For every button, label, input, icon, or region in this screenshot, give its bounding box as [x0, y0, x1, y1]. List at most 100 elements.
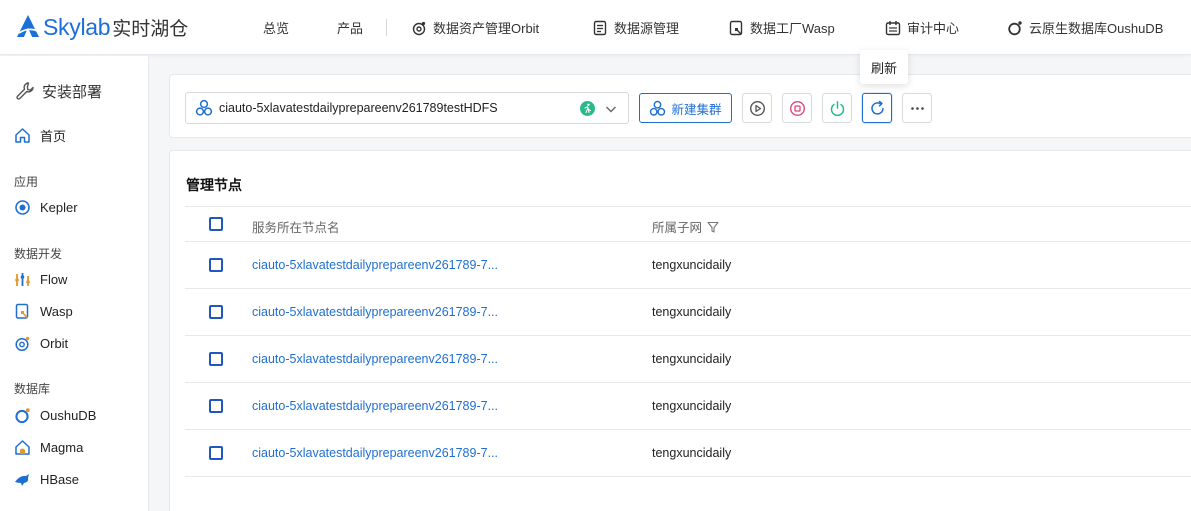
sidebar-item-kepler[interactable]: Kepler: [14, 199, 78, 216]
wasp-icon: [15, 303, 29, 319]
node-name-link[interactable]: ciauto-5xlavatestdailyprepareenv261789-7…: [252, 446, 498, 460]
cluster-select[interactable]: ciauto-5xlavatestdailyprepareenv261789te…: [185, 92, 629, 124]
sidebar-item-kepler-label: Kepler: [40, 200, 78, 215]
document-icon: [593, 20, 607, 35]
sidebar-item-magma-label: Magma: [40, 440, 84, 455]
column-header-subnet: 所属子网: [652, 217, 719, 236]
sidebar-item-flow-label: Flow: [40, 272, 68, 287]
hbase-dolphin-icon: [15, 474, 29, 486]
refresh-button[interactable]: [862, 93, 892, 123]
nav-orbit-label: 数据资产管理Orbit: [433, 21, 540, 36]
node-name-link[interactable]: ciauto-5xlavatestdailyprepareenv261789-7…: [252, 399, 498, 413]
nav-audit[interactable]: 审计中心: [885, 0, 959, 55]
table-row: ciauto-5xlavatestdailyprepareenv261789-7…: [185, 242, 1191, 289]
cluster-toolbar: ciauto-5xlavatestdailyprepareenv261789te…: [169, 74, 1191, 138]
node-name-link[interactable]: ciauto-5xlavatestdailyprepareenv261789-7…: [252, 305, 498, 319]
sidebar-group-dev: 数据开发: [14, 247, 63, 261]
running-status-icon: [580, 101, 595, 116]
sidebar-item-hbase[interactable]: HBase: [14, 471, 79, 488]
table-header: 服务所在节点名 所属子网: [185, 206, 1191, 242]
filter-icon[interactable]: [707, 221, 719, 233]
row-checkbox[interactable]: [209, 305, 223, 319]
node-name-link[interactable]: ciauto-5xlavatestdailyprepareenv261789-7…: [252, 258, 498, 272]
row-checkbox[interactable]: [209, 399, 223, 413]
column-header-node-name-label: 服务所在节点名: [252, 221, 340, 235]
nav-oushudb[interactable]: 云原生数据库OushuDB: [1007, 0, 1163, 55]
nav-products-label: 产品: [337, 21, 364, 36]
nav-datasource-label: 数据源管理: [614, 21, 680, 36]
sidebar-group-db: 数据库: [14, 382, 51, 396]
wrench-icon: [16, 82, 34, 100]
nodes-table: 服务所在节点名 所属子网 ciauto-5xlavatestdailyprepa…: [185, 206, 1191, 477]
chevron-down-icon: [606, 106, 616, 113]
column-header-node-name: 服务所在节点名: [252, 217, 340, 236]
table-row: ciauto-5xlavatestdailyprepareenv261789-7…: [185, 289, 1191, 336]
top-navigation-bar: Skylab 实时湖仓 总览 产品 数据资产管理Orbit 数据源管理 数据工厂…: [0, 0, 1191, 55]
brand-logo-link[interactable]: Skylab 实时湖仓: [16, 10, 188, 44]
nav-products[interactable]: 产品: [337, 0, 363, 55]
orbit-icon: [412, 21, 426, 35]
cluster-select-value: ciauto-5xlavatestdailyprepareenv261789te…: [219, 101, 498, 115]
stop-circle-icon: [789, 100, 805, 116]
sidebar-item-home-label: 首页: [40, 129, 67, 144]
orbit-icon: [15, 336, 30, 352]
sidebar-install-deploy[interactable]: 安装部署: [14, 80, 102, 102]
nav-oushudb-label: 云原生数据库OushuDB: [1029, 21, 1164, 36]
stop-button[interactable]: [782, 93, 812, 123]
sidebar-item-orbit[interactable]: Orbit: [14, 335, 68, 352]
play-circle-icon: [749, 100, 765, 116]
row-checkbox[interactable]: [209, 352, 223, 366]
magma-icon: [15, 440, 30, 455]
left-sidebar: 安装部署 首页 应用 Kepler 数据开发 Flow Wasp Orbit 数…: [0, 56, 149, 511]
sidebar-item-hbase-label: HBase: [40, 472, 80, 487]
sidebar-item-oushudb-label: OushuDB: [40, 408, 97, 423]
new-cluster-button[interactable]: 新建集群: [639, 93, 732, 123]
sidebar-item-orbit-label: Orbit: [40, 336, 69, 351]
skylab-logo-icon: [17, 15, 39, 37]
brand-subtitle: 实时湖仓: [112, 18, 189, 40]
row-checkbox[interactable]: [209, 446, 223, 460]
nav-orbit[interactable]: 数据资产管理Orbit: [411, 0, 539, 55]
subnet-cell: tengxuncidaily: [652, 352, 732, 366]
more-dots-icon: [910, 106, 924, 110]
start-button[interactable]: [742, 93, 772, 123]
nav-datasource[interactable]: 数据源管理: [592, 0, 679, 55]
nav-overview[interactable]: 总览: [263, 0, 289, 55]
sidebar-item-flow[interactable]: Flow: [14, 271, 67, 288]
sidebar-group-apps: 应用: [14, 175, 39, 189]
more-actions-button[interactable]: [902, 93, 932, 123]
sidebar-install-deploy-label: 安装部署: [42, 83, 103, 101]
table-row: ciauto-5xlavatestdailyprepareenv261789-7…: [185, 383, 1191, 430]
select-all-checkbox[interactable]: [209, 217, 223, 231]
sidebar-item-oushudb[interactable]: OushuDB: [14, 407, 96, 424]
home-icon: [15, 128, 30, 143]
refresh-icon: [870, 100, 884, 115]
nav-wasp-label: 数据工厂Wasp: [750, 21, 835, 36]
column-header-subnet-label: 所属子网: [652, 221, 703, 235]
calendar-icon: [885, 20, 901, 35]
nav-overview-label: 总览: [263, 21, 290, 36]
power-icon: [830, 100, 844, 116]
brand-name: Skylab: [43, 13, 111, 40]
power-button[interactable]: [822, 93, 852, 123]
new-cluster-button-label: 新建集群: [671, 102, 722, 117]
sidebar-item-wasp[interactable]: Wasp: [14, 303, 73, 320]
subnet-cell: tengxuncidaily: [652, 446, 732, 460]
flow-icon: [15, 273, 30, 286]
nav-audit-label: 审计中心: [907, 21, 960, 36]
node-name-link[interactable]: ciauto-5xlavatestdailyprepareenv261789-7…: [252, 352, 498, 366]
cluster-icon: [650, 100, 666, 116]
refresh-tooltip: 刷新: [860, 50, 908, 84]
sidebar-item-magma[interactable]: Magma: [14, 439, 83, 456]
section-title: 管理节点: [186, 177, 242, 193]
oushudb-icon: [1008, 20, 1022, 35]
subnet-cell: tengxuncidaily: [652, 399, 732, 413]
sidebar-item-home[interactable]: 首页: [14, 126, 66, 145]
table-row: ciauto-5xlavatestdailyprepareenv261789-7…: [185, 430, 1191, 477]
nav-divider: [386, 19, 387, 36]
subnet-cell: tengxuncidaily: [652, 305, 732, 319]
row-checkbox[interactable]: [209, 258, 223, 272]
nav-wasp[interactable]: 数据工厂Wasp: [728, 0, 835, 55]
subnet-cell: tengxuncidaily: [652, 258, 732, 272]
sidebar-item-wasp-label: Wasp: [40, 304, 73, 319]
